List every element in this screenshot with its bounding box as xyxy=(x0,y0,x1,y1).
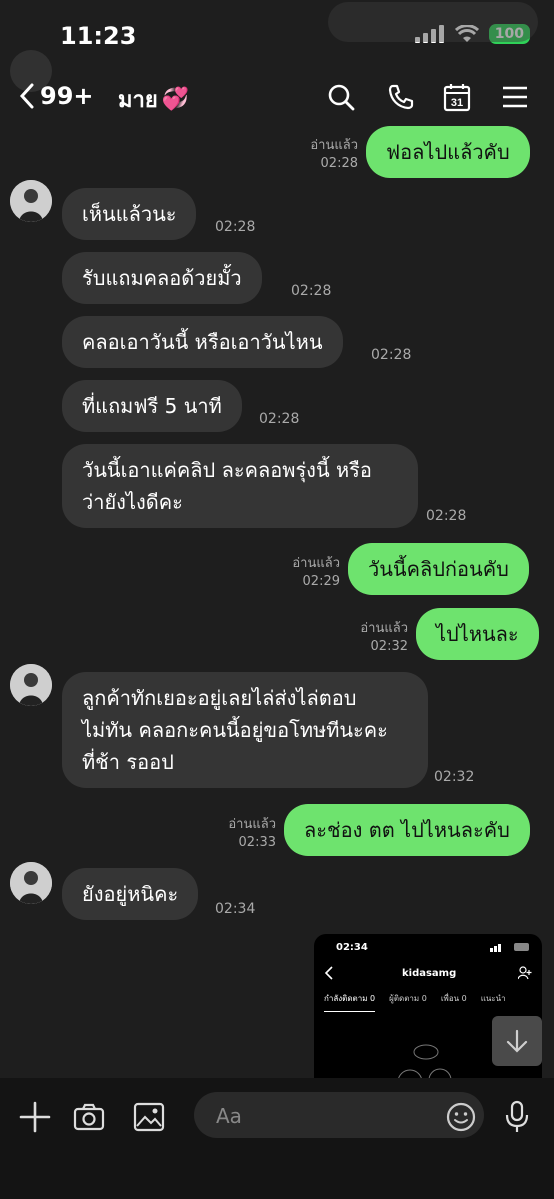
avatar[interactable] xyxy=(10,862,52,904)
camera-button[interactable] xyxy=(72,1100,106,1134)
avatar[interactable] xyxy=(10,180,52,222)
message-meta: อ่านแล้ว 02:32 xyxy=(350,620,408,656)
chevron-left-icon xyxy=(19,83,34,109)
message-time: 02:29 xyxy=(302,574,340,589)
arrow-down-icon xyxy=(506,1029,528,1053)
smiley-icon xyxy=(446,1102,476,1132)
svg-text:31: 31 xyxy=(451,97,463,109)
read-receipt: อ่านแล้ว xyxy=(228,817,276,832)
message-time: 02:28 xyxy=(426,508,467,524)
read-receipt: อ่านแล้ว xyxy=(310,138,358,153)
thumb-tab: ผู้ติดตาม 0 xyxy=(389,994,427,1003)
outgoing-message[interactable]: ละช่อง ตต ไปไหนละคับ xyxy=(284,804,530,856)
outgoing-message[interactable]: วันนี้คลิปก่อนคับ xyxy=(348,543,529,595)
back-button[interactable]: 99+ xyxy=(18,82,94,110)
message-input-placeholder: Aa xyxy=(216,1104,242,1128)
emoji-button[interactable] xyxy=(444,1100,478,1134)
person-photo-icon xyxy=(10,664,52,706)
thumb-username: kidasamg xyxy=(402,968,457,979)
unread-count: 99+ xyxy=(40,82,94,110)
thumb-tabs: กำลังติดตาม 0 ผู้ติดตาม 0 เพื่อน 0 แนะนำ xyxy=(324,992,506,1012)
gallery-button[interactable] xyxy=(132,1100,166,1134)
incoming-message[interactable]: ที่แถมฟรี 5 นาที xyxy=(62,380,242,432)
thumb-time: 02:34 xyxy=(336,942,368,953)
message-time: 02:32 xyxy=(434,769,475,785)
image-icon xyxy=(133,1102,165,1132)
thumb-status-icons xyxy=(490,943,529,952)
person-photo-icon xyxy=(10,862,52,904)
ghost-bubble xyxy=(328,2,538,42)
plus-icon xyxy=(19,1101,51,1133)
microphone-icon xyxy=(505,1100,529,1132)
phone-icon xyxy=(388,84,414,110)
message-time: 02:34 xyxy=(215,901,256,917)
search-icon xyxy=(328,84,355,111)
incoming-message[interactable]: ลูกค้าทักเยอะอยู่เลยไล่ส่งไล่ตอบ ไม่ทัน … xyxy=(62,672,428,788)
heart-emoji: 💞 xyxy=(161,87,190,112)
incoming-message[interactable]: วันนี้เอาแค่คลิป ละคลอพรุ่งนี้ หรือ ว่าย… xyxy=(62,444,418,528)
thumb-tab: เพื่อน 0 xyxy=(440,994,467,1003)
microphone-button[interactable] xyxy=(500,1100,534,1134)
status-time: 11:23 xyxy=(60,22,137,50)
message-time: 02:33 xyxy=(238,835,276,850)
incoming-message[interactable]: รับแถมคลอด้วยมั้ว xyxy=(62,252,262,304)
message-time: 02:28 xyxy=(291,283,332,299)
chat-title-text: มาย xyxy=(118,88,158,113)
call-button[interactable] xyxy=(386,82,416,112)
message-time: 02:32 xyxy=(370,639,408,654)
message-time: 02:28 xyxy=(320,156,358,171)
avatar[interactable] xyxy=(10,664,52,706)
person-photo-icon xyxy=(10,180,52,222)
read-receipt: อ่านแล้ว xyxy=(292,556,340,571)
read-receipt: อ่านแล้ว xyxy=(360,621,408,636)
incoming-message[interactable]: คลอเอาวันนี้ หรือเอาวันไหน xyxy=(62,316,343,368)
menu-button[interactable] xyxy=(500,82,530,112)
message-meta: อ่านแล้ว 02:28 xyxy=(300,137,358,173)
message-meta: อ่านแล้ว 02:33 xyxy=(218,816,276,852)
thumb-tab: แนะนำ xyxy=(480,994,506,1003)
incoming-message[interactable]: ยังอยู่หนิคะ xyxy=(62,868,199,920)
outgoing-message[interactable]: ไปไหนละ xyxy=(416,608,539,660)
thumb-add-user-icon xyxy=(518,966,532,980)
add-button[interactable] xyxy=(18,1100,52,1134)
calendar-button[interactable]: 31 xyxy=(442,82,472,112)
thumb-tab: กำลังติดตาม 0 xyxy=(324,992,376,1012)
search-button[interactable] xyxy=(326,82,356,112)
hamburger-icon xyxy=(503,86,527,108)
image-message[interactable]: 02:34 kidasamg กำลังติดตาม 0 ผู้ติดตาม 0… xyxy=(314,934,542,1094)
message-time: 02:28 xyxy=(371,347,412,363)
camera-icon xyxy=(73,1103,105,1131)
message-meta: อ่านแล้ว 02:29 xyxy=(282,555,340,591)
incoming-message[interactable]: เห็นแล้วนะ xyxy=(62,188,197,240)
thumb-back-icon xyxy=(324,966,333,980)
scroll-down-button[interactable] xyxy=(492,1016,542,1066)
message-time: 02:28 xyxy=(259,411,300,427)
chat-title: มาย 💞 xyxy=(118,82,189,117)
calendar-icon: 31 xyxy=(443,84,471,112)
message-time: 02:28 xyxy=(215,219,256,235)
outgoing-message[interactable]: ฟอลไปแล้วคับ xyxy=(366,126,530,178)
